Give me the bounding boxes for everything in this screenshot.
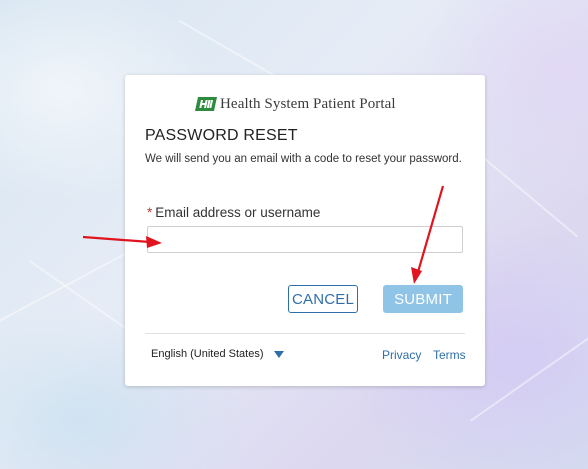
logo-icon bbox=[195, 97, 217, 111]
email-username-input[interactable] bbox=[147, 226, 463, 253]
required-marker: * bbox=[147, 205, 153, 220]
caret-down-icon bbox=[273, 350, 284, 358]
brand-header: Health System Patient Portal bbox=[195, 95, 396, 113]
instruction-text: We will send you an email with a code to… bbox=[145, 153, 462, 165]
page-background: Health System Patient Portal PASSWORD RE… bbox=[0, 0, 588, 469]
terms-link[interactable]: Terms bbox=[433, 348, 466, 362]
language-label: English (United States) bbox=[151, 348, 264, 360]
email-field-label: * Email address or username bbox=[147, 205, 320, 220]
cancel-button[interactable]: CANCEL bbox=[288, 285, 358, 313]
privacy-link[interactable]: Privacy bbox=[382, 348, 421, 362]
email-label-text: Email address or username bbox=[155, 205, 321, 220]
background-decoration bbox=[470, 328, 588, 422]
portal-name: Health System Patient Portal bbox=[220, 95, 396, 112]
language-selector[interactable]: English (United States) bbox=[151, 348, 284, 360]
footer-divider bbox=[145, 333, 465, 334]
submit-button[interactable]: SUBMIT bbox=[383, 285, 463, 313]
password-reset-card: Health System Patient Portal PASSWORD RE… bbox=[125, 75, 485, 386]
page-title: PASSWORD RESET bbox=[145, 127, 298, 144]
